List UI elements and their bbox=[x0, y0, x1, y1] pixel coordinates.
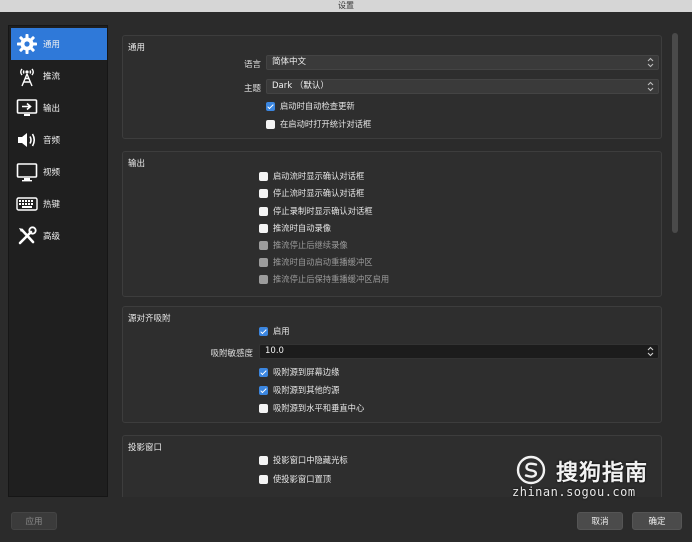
checkbox-box[interactable] bbox=[259, 223, 268, 233]
apply-button[interactable]: 应用 bbox=[11, 512, 57, 530]
checkbox-label: 停止流时显示确认对话框 bbox=[273, 188, 365, 198]
sidebar-item-stream[interactable]: 推流 bbox=[11, 60, 107, 92]
checkbox-box[interactable] bbox=[259, 403, 268, 413]
content-scrollbar[interactable] bbox=[670, 27, 680, 497]
checkbox-box[interactable] bbox=[266, 101, 275, 111]
sidebar-item-label: 通用 bbox=[43, 40, 61, 50]
checkbox-label: 推流停止后保持重播缓冲区启用 bbox=[273, 274, 390, 284]
sidebar-item-video[interactable]: 视频 bbox=[11, 156, 107, 188]
snap-sensitivity-label: 吸附敏感度 bbox=[210, 349, 253, 359]
sidebar-item-label: 输出 bbox=[43, 104, 61, 114]
checkbox-label: 使投影窗口置顶 bbox=[273, 474, 332, 484]
general-group: 通用 语言 简体中文 主题 Dark （默认） 启动时自动检查更新 在启动时打开… bbox=[122, 35, 662, 139]
cancel-button[interactable]: 取消 bbox=[577, 512, 623, 530]
sidebar-item-label: 视频 bbox=[43, 168, 61, 178]
checkbox-enable-snapping[interactable]: 启用 bbox=[259, 325, 290, 337]
checkbox-label: 启用 bbox=[273, 326, 290, 336]
checkbox-box bbox=[259, 257, 268, 267]
checkbox-box[interactable] bbox=[259, 206, 268, 216]
checkbox-projector-always-on-top[interactable]: 使投影窗口置顶 bbox=[259, 473, 331, 485]
sidebar-item-label: 推流 bbox=[43, 72, 61, 82]
group-title: 投影窗口 bbox=[128, 443, 163, 453]
sidebar-item-label: 高级 bbox=[43, 232, 61, 242]
sogou-logo-icon bbox=[516, 455, 546, 485]
checkbox-box bbox=[259, 274, 268, 284]
gear-icon bbox=[15, 32, 39, 56]
updown-arrows-icon bbox=[647, 81, 654, 92]
checkbox-snap-other-sources[interactable]: 吸附源到其他的源 bbox=[259, 384, 339, 396]
checkbox-box[interactable] bbox=[259, 455, 268, 465]
sidebar-item-output[interactable]: 输出 bbox=[11, 92, 107, 124]
keyboard-icon bbox=[15, 192, 39, 216]
checkbox-label: 推流时自动启动重播缓冲区 bbox=[273, 257, 373, 267]
speaker-icon bbox=[15, 128, 39, 152]
checkbox-box[interactable] bbox=[259, 367, 268, 377]
watermark-url: zhinan.sogou.com bbox=[512, 485, 636, 499]
checkbox-label: 投影窗口中隐藏光标 bbox=[273, 455, 348, 465]
ok-button[interactable]: 确定 bbox=[632, 512, 682, 530]
checkbox-box[interactable] bbox=[266, 119, 275, 129]
checkbox-confirm-stop-stream[interactable]: 停止流时显示确认对话框 bbox=[259, 187, 364, 199]
checkbox-box[interactable] bbox=[259, 474, 268, 484]
checkbox-snap-center[interactable]: 吸附源到水平和垂直中心 bbox=[259, 402, 364, 414]
checkbox-label: 启动流时显示确认对话框 bbox=[273, 171, 365, 181]
monitor-icon bbox=[15, 160, 39, 184]
checkbox-label: 启动时自动检查更新 bbox=[280, 101, 355, 111]
updown-arrows-icon bbox=[647, 57, 654, 68]
checkbox-snap-screen-edges[interactable]: 吸附源到屏幕边缘 bbox=[259, 366, 339, 378]
checkbox-label: 停止录制时显示确认对话框 bbox=[273, 206, 373, 216]
group-title: 通用 bbox=[128, 43, 146, 53]
settings-sidebar: 通用 推流 输出 音频 视频 热键 高级 bbox=[8, 25, 108, 497]
checkbox-keep-replay-buffer-active: 推流停止后保持重播缓冲区启用 bbox=[259, 273, 389, 285]
checkbox-box[interactable] bbox=[259, 326, 268, 336]
checkbox-box[interactable] bbox=[259, 385, 268, 395]
checkbox-label: 推流停止后继续录像 bbox=[273, 240, 348, 250]
sidebar-item-label: 热键 bbox=[43, 200, 61, 210]
checkbox-label: 吸附源到水平和垂直中心 bbox=[273, 403, 365, 413]
sidebar-item-audio[interactable]: 音频 bbox=[11, 124, 107, 156]
theme-label: 主题 bbox=[243, 84, 261, 94]
theme-select-value: Dark （默认） bbox=[272, 81, 329, 91]
checkbox-label: 在启动时打开统计对话框 bbox=[280, 119, 372, 129]
checkbox-auto-record-when-streaming[interactable]: 推流时自动录像 bbox=[259, 222, 331, 234]
checkbox-hide-cursor-projector[interactable]: 投影窗口中隐藏光标 bbox=[259, 454, 348, 466]
window-titlebar: 设置 bbox=[0, 0, 692, 12]
output-group: 输出 启动流时显示确认对话框 停止流时显示确认对话框 停止录制时显示确认对话框 … bbox=[122, 151, 662, 297]
settings-content[interactable]: 通用 语言 简体中文 主题 Dark （默认） 启动时自动检查更新 在启动时打开… bbox=[115, 27, 669, 497]
checkbox-box bbox=[259, 240, 268, 250]
spinner-arrows-icon[interactable] bbox=[647, 346, 654, 357]
checkbox-open-stats-on-startup[interactable]: 在启动时打开统计对话框 bbox=[266, 118, 371, 130]
language-select[interactable]: 简体中文 bbox=[266, 55, 659, 70]
sidebar-item-advanced[interactable]: 高级 bbox=[11, 220, 107, 252]
watermark-brand: 搜狗指南 bbox=[556, 461, 649, 486]
checkbox-label: 吸附源到其他的源 bbox=[273, 385, 340, 395]
sogou-watermark: 搜狗指南 zhinan.sogou.com bbox=[512, 455, 687, 505]
scrollbar-thumb[interactable] bbox=[672, 33, 678, 233]
snap-sensitivity-input[interactable]: 10.0 bbox=[259, 344, 659, 359]
group-title: 源对齐吸附 bbox=[128, 314, 171, 324]
output-monitor-icon bbox=[15, 96, 39, 120]
language-label: 语言 bbox=[243, 60, 261, 70]
theme-select[interactable]: Dark （默认） bbox=[266, 79, 659, 94]
broadcast-tower-icon bbox=[15, 64, 39, 88]
checkbox-keep-recording-after-stream: 推流停止后继续录像 bbox=[259, 239, 348, 251]
checkbox-box[interactable] bbox=[259, 188, 268, 198]
snapping-group: 源对齐吸附 启用 吸附敏感度 10.0 吸附源到屏幕边缘 吸附源到其他的源 吸附… bbox=[122, 306, 662, 423]
snap-sensitivity-value: 10.0 bbox=[265, 346, 284, 356]
checkbox-auto-check-updates[interactable]: 启动时自动检查更新 bbox=[266, 100, 355, 112]
sidebar-item-hotkeys[interactable]: 热键 bbox=[11, 188, 107, 220]
sidebar-item-general[interactable]: 通用 bbox=[11, 28, 107, 60]
sidebar-item-label: 音频 bbox=[43, 136, 61, 146]
language-select-value: 简体中文 bbox=[272, 57, 307, 67]
checkbox-label: 推流时自动录像 bbox=[273, 223, 332, 233]
checkbox-label: 吸附源到屏幕边缘 bbox=[273, 367, 340, 377]
checkbox-box[interactable] bbox=[259, 171, 268, 181]
checkbox-auto-start-replay-buffer: 推流时自动启动重播缓冲区 bbox=[259, 256, 373, 268]
checkbox-confirm-stop-recording[interactable]: 停止录制时显示确认对话框 bbox=[259, 205, 373, 217]
window-title: 设置 bbox=[338, 1, 354, 10]
tools-icon bbox=[15, 224, 39, 248]
group-title: 输出 bbox=[128, 159, 146, 169]
checkbox-confirm-start-stream[interactable]: 启动流时显示确认对话框 bbox=[259, 170, 364, 182]
